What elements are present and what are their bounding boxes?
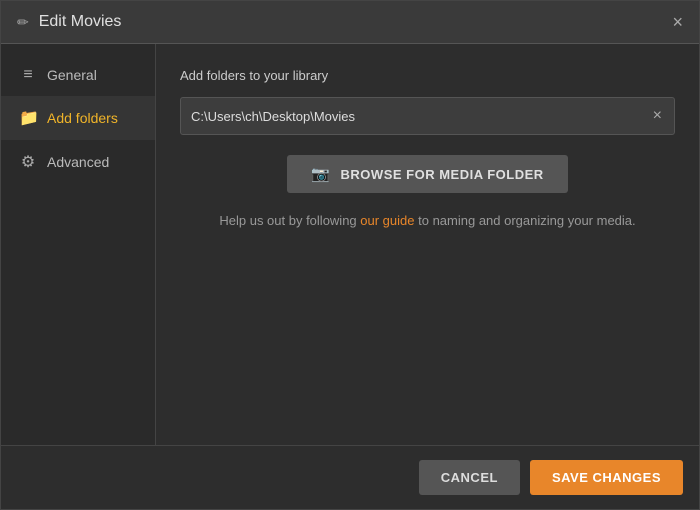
gear-icon: ⚙ (19, 152, 37, 172)
sidebar-item-advanced-label: Advanced (47, 154, 109, 170)
sidebar-item-add-folders[interactable]: 📁 Add folders (1, 96, 155, 140)
sidebar-item-general[interactable]: ≡ General (1, 54, 155, 96)
folder-row: × (180, 97, 675, 135)
titlebar: ✏ Edit Movies × (1, 1, 699, 44)
sidebar-item-add-folders-label: Add folders (47, 110, 118, 126)
help-text-before: Help us out by following (219, 213, 360, 228)
edit-icon: ✏ (17, 14, 29, 31)
sidebar-item-general-label: General (47, 67, 97, 83)
content-area: ≡ General 📁 Add folders ⚙ Advanced Add f… (1, 44, 699, 445)
footer: CANCEL SAVE CHANGES (1, 445, 699, 509)
titlebar-left: ✏ Edit Movies (17, 13, 121, 31)
cancel-button[interactable]: CANCEL (419, 460, 520, 495)
close-button[interactable]: × (672, 13, 683, 31)
folder-clear-button[interactable]: × (651, 107, 664, 125)
folder-path-input[interactable] (191, 109, 651, 124)
browse-button-label: BROWSE FOR MEDIA FOLDER (341, 167, 544, 182)
sidebar-item-advanced[interactable]: ⚙ Advanced (1, 140, 155, 184)
help-text-after: to naming and organizing your media. (415, 213, 636, 228)
general-icon: ≡ (19, 66, 37, 84)
help-text: Help us out by following our guide to na… (180, 211, 675, 231)
dialog-title: Edit Movies (39, 13, 122, 31)
our-guide-link[interactable]: our guide (360, 213, 414, 228)
section-label: Add folders to your library (180, 68, 675, 83)
sidebar: ≡ General 📁 Add folders ⚙ Advanced (1, 44, 156, 445)
browse-media-folder-button[interactable]: 📷 BROWSE FOR MEDIA FOLDER (287, 155, 567, 193)
edit-movies-dialog: ✏ Edit Movies × ≡ General 📁 Add folders … (0, 0, 700, 510)
camera-icon: 📷 (311, 165, 330, 183)
save-changes-button[interactable]: SAVE CHANGES (530, 460, 683, 495)
folder-icon: 📁 (19, 108, 37, 128)
main-panel: Add folders to your library × 📷 BROWSE F… (156, 44, 699, 445)
